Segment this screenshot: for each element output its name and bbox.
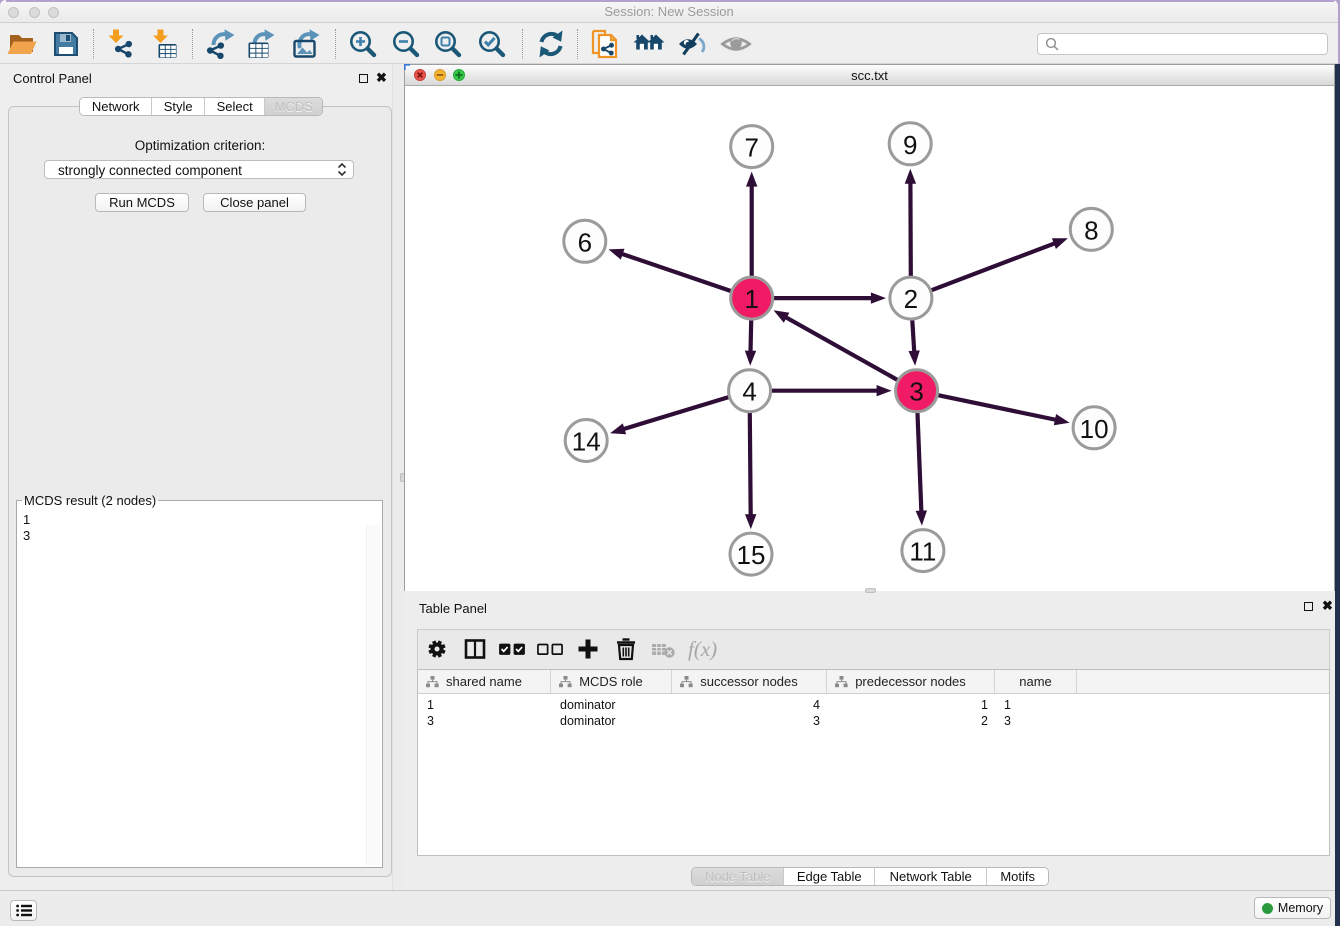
svg-text:7: 7 xyxy=(744,133,758,163)
svg-text:8: 8 xyxy=(1084,215,1098,245)
svg-text:6: 6 xyxy=(578,227,592,257)
svg-text:3: 3 xyxy=(909,377,923,407)
svg-text:9: 9 xyxy=(903,130,917,160)
svg-text:11: 11 xyxy=(909,537,936,567)
svg-text:10: 10 xyxy=(1080,414,1109,444)
svg-text:4: 4 xyxy=(742,377,756,407)
svg-text:1: 1 xyxy=(744,284,758,314)
svg-text:14: 14 xyxy=(572,427,601,457)
svg-text:2: 2 xyxy=(904,284,918,314)
svg-text:15: 15 xyxy=(737,540,766,570)
